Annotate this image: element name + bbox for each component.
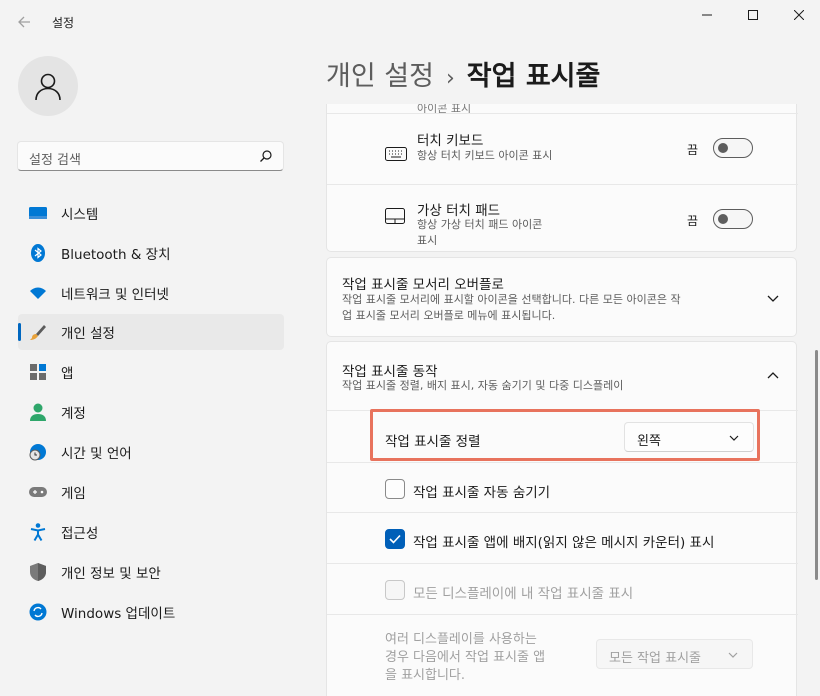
sidebar-item-system[interactable]: 시스템 [18, 195, 284, 231]
highlight-box [370, 409, 760, 461]
sidebar-item-bluetooth[interactable]: Bluetooth & 장치 [18, 235, 284, 271]
bluetooth-icon [29, 244, 47, 262]
minimize-button[interactable] [684, 0, 730, 30]
maximize-button[interactable] [730, 0, 776, 30]
touchpad-toggle[interactable] [713, 209, 753, 229]
wifi-icon [29, 284, 47, 302]
all-displays-label: 모든 디스플레이에 내 작업 표시줄 표시 [413, 586, 634, 602]
apps-icon [29, 363, 47, 381]
close-button[interactable] [776, 0, 820, 30]
behaviors-subtitle: 작업 표시줄 정렬, 배지 표시, 자동 숨기기 및 다중 디스플레이 [342, 379, 624, 392]
behaviors-title: 작업 표시줄 동작 [342, 364, 438, 380]
brush-icon [29, 323, 47, 341]
back-button[interactable] [10, 8, 38, 36]
overflow-subtitle: 작업 표시줄 모서리에 표시할 아이콘을 선택합니다. 다른 모든 아이콘은 작 [342, 293, 681, 306]
account-icon [29, 403, 47, 421]
corner-overflow-card[interactable]: 작업 표시줄 모서리 오버플로 작업 표시줄 모서리에 표시할 아이콘을 선택합… [326, 257, 797, 337]
badges-checkbox[interactable] [385, 529, 405, 549]
chevron-down-icon [728, 652, 738, 658]
sidebar-item-privacy[interactable]: 개인 정보 및 보안 [18, 554, 284, 590]
sidebar-item-network[interactable]: 네트워크 및 인터넷 [18, 275, 284, 311]
close-icon [794, 10, 804, 20]
divider [327, 113, 798, 114]
sidebar-item-label: 네트워크 및 인터넷 [61, 287, 169, 303]
search-placeholder: 설정 검색 [29, 153, 81, 168]
breadcrumb-parent[interactable]: 개인 설정 [326, 61, 434, 92]
search-icon [260, 150, 272, 162]
page-title: 작업 표시줄 [466, 61, 601, 92]
shield-icon [29, 563, 47, 581]
window-title: 설정 [52, 16, 75, 30]
update-icon [29, 603, 47, 621]
active-indicator [18, 323, 21, 341]
gamepad-icon [29, 483, 47, 501]
system-icon [29, 204, 47, 222]
touchpad-state: 끔 [687, 214, 699, 228]
divider [327, 462, 798, 463]
sidebar-item-personalization[interactable]: 개인 설정 [18, 314, 284, 350]
scrollbar[interactable] [815, 350, 818, 580]
globe-clock-icon [29, 443, 47, 461]
autohide-label: 작업 표시줄 자동 숨기기 [413, 485, 551, 501]
sidebar-item-label: Windows 업데이트 [61, 606, 176, 622]
divider [327, 563, 798, 564]
checkmark-icon [389, 534, 401, 544]
overflow-title: 작업 표시줄 모서리 오버플로 [342, 277, 504, 293]
touchpad-subtitle-2: 표시 [417, 234, 438, 247]
search-input[interactable]: 설정 검색 [17, 141, 284, 171]
cut-row-subtitle: 아이콘 표시 [417, 104, 472, 115]
sidebar-item-apps[interactable]: 앱 [18, 354, 284, 390]
sidebar-item-time-language[interactable]: 시간 및 언어 [18, 434, 284, 470]
touch-keyboard-state: 끔 [687, 143, 699, 157]
overflow-subtitle-2: 업 표시줄 모서리 오버플로 메뉴에 표시됩니다. [342, 309, 556, 322]
sidebar-item-label: 시간 및 언어 [61, 446, 132, 462]
divider [327, 614, 798, 615]
user-icon [35, 73, 61, 101]
sidebar-item-label: 시스템 [61, 207, 99, 223]
touchpad-icon [385, 208, 405, 224]
badges-label: 작업 표시줄 앱에 배지(읽지 않은 메시지 카운터) 표시 [413, 535, 715, 551]
sidebar-item-label: 앱 [61, 366, 74, 382]
sidebar-item-label: Bluetooth & 장치 [61, 247, 171, 263]
accessibility-icon [29, 523, 47, 541]
taskbar-behaviors-card: 작업 표시줄 동작 작업 표시줄 정렬, 배지 표시, 자동 숨기기 및 다중 … [326, 341, 798, 696]
corner-icons-card: 아이콘 표시 터치 키보드 항상 터치 키보드 아이콘 표시 끔 가상 터치 패… [326, 104, 798, 252]
maximize-icon [748, 10, 758, 20]
multi-display-label-2: 경우 다음에서 작업 표시줄 앱 [385, 650, 546, 665]
touch-keyboard-subtitle: 항상 터치 키보드 아이콘 표시 [417, 149, 553, 162]
touch-keyboard-title: 터치 키보드 [417, 133, 484, 149]
sidebar-item-label: 개인 설정 [61, 326, 115, 342]
settings-content: 아이콘 표시 터치 키보드 항상 터치 키보드 아이콘 표시 끔 가상 터치 패… [326, 104, 798, 696]
multi-display-label: 여러 디스플레이를 사용하는 [385, 632, 537, 647]
multi-display-label-3: 을 표시합니다. [385, 668, 466, 683]
touch-keyboard-toggle[interactable] [713, 138, 753, 158]
back-arrow-icon [18, 16, 30, 28]
sidebar-item-gaming[interactable]: 게임 [18, 474, 284, 510]
divider [327, 184, 798, 185]
touchpad-title: 가상 터치 패드 [417, 203, 501, 219]
touchpad-subtitle: 항상 가상 터치 패드 아이콘 [417, 218, 543, 231]
breadcrumb-separator: › [445, 66, 455, 91]
minimize-icon [702, 14, 712, 16]
chevron-down-icon[interactable] [766, 291, 780, 305]
multi-display-value: 모든 작업 표시줄 [609, 651, 701, 666]
keyboard-icon [385, 147, 407, 161]
breadcrumb: 개인 설정 › 작업 표시줄 [326, 54, 600, 93]
sidebar-item-label: 게임 [61, 486, 86, 502]
sidebar-item-accessibility[interactable]: 접근성 [18, 514, 284, 550]
divider [327, 512, 798, 513]
avatar[interactable] [18, 56, 78, 116]
chevron-up-icon[interactable] [766, 369, 780, 383]
sidebar-item-label: 계정 [61, 406, 86, 422]
sidebar-item-label: 개인 정보 및 보안 [61, 566, 161, 582]
sidebar-item-windows-update[interactable]: Windows 업데이트 [18, 594, 284, 630]
sidebar-item-accounts[interactable]: 계정 [18, 394, 284, 430]
sidebar-item-label: 접근성 [61, 526, 99, 542]
autohide-checkbox[interactable] [385, 479, 405, 499]
all-displays-checkbox[interactable] [385, 580, 405, 600]
multi-display-dropdown[interactable]: 모든 작업 표시줄 [596, 639, 753, 669]
